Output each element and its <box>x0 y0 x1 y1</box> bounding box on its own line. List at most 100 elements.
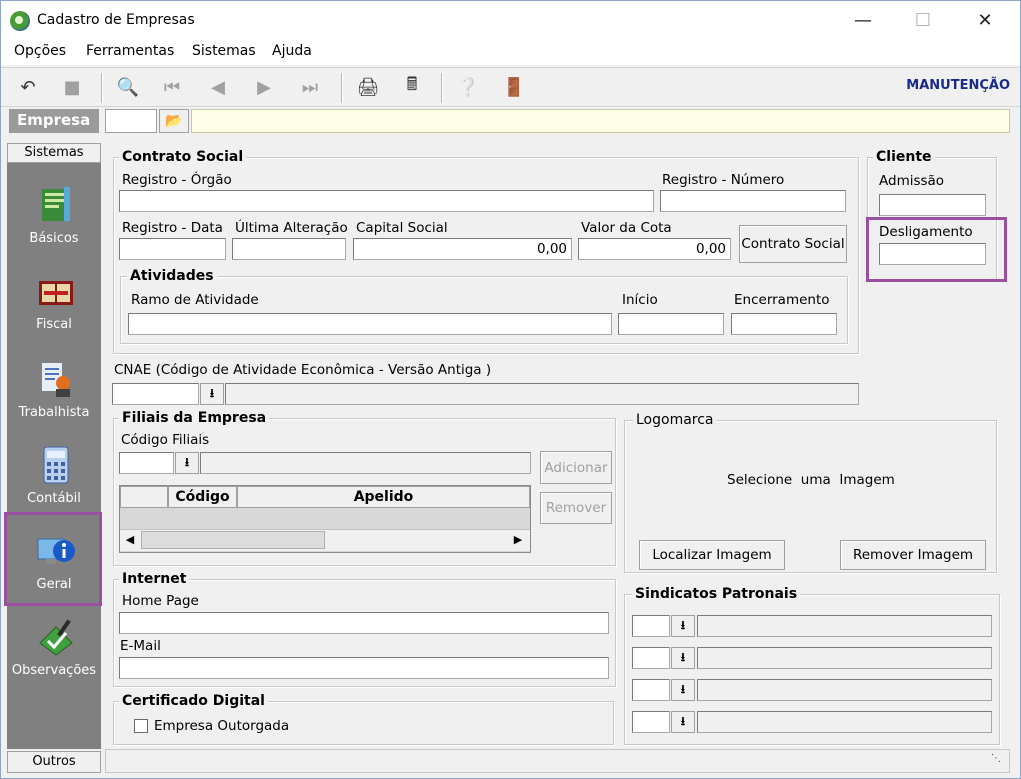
contrato-social-button[interactable]: Contrato Social <box>739 225 847 263</box>
main-window: Cadastro de Empresas — ☐ ✕ Opções Ferram… <box>0 0 1021 779</box>
grid-header-apelido[interactable]: Apelido <box>237 486 530 508</box>
menu-sistemas[interactable]: Sistemas <box>192 43 256 59</box>
sidebar-item-label: Trabalhista <box>18 405 90 420</box>
sindicato-dropdown-icon[interactable]: ⭳ <box>671 711 695 733</box>
sindicato-description-field <box>697 615 992 637</box>
logo-placeholder: Selecione uma Imagem <box>727 472 895 488</box>
sindicato-code-input[interactable] <box>632 679 670 701</box>
registro-data-input[interactable] <box>119 238 226 260</box>
cnae-code-input[interactable] <box>112 383 199 405</box>
remover-filial-button[interactable]: Remover <box>540 492 612 524</box>
field-label: Valor da Cota <box>581 220 672 236</box>
exit-door-icon[interactable]: 🚪 <box>501 75 527 99</box>
field-label: Código Filiais <box>121 432 210 448</box>
encerramento-input[interactable] <box>731 313 837 335</box>
ramo-atividade-input[interactable] <box>128 313 612 335</box>
preview-icon[interactable]: 🔍 <box>115 75 141 99</box>
admissao-input[interactable] <box>879 194 986 216</box>
sindicato-dropdown-icon[interactable]: ⭳ <box>671 647 695 669</box>
field-label: Início <box>622 292 658 308</box>
first-record-icon[interactable]: ⏮ <box>159 75 185 99</box>
cnae-dropdown-icon[interactable]: ⭳ <box>200 383 224 405</box>
last-record-icon[interactable]: ⏭ <box>297 75 323 99</box>
menu-ferramentas[interactable]: Ferramentas <box>86 43 174 59</box>
empresa-outorgada-checkbox[interactable] <box>134 719 148 733</box>
group-title: Atividades <box>127 268 217 284</box>
home-page-input[interactable] <box>119 612 609 634</box>
sidebar-item-label: Contábil <box>27 491 81 506</box>
field-label: Capital Social <box>356 220 448 236</box>
sidebar-item-contabil[interactable]: Contábil <box>7 439 101 521</box>
field-label: Última Alteração <box>235 220 348 236</box>
valor-cota-input[interactable]: 0,00 <box>578 238 731 260</box>
sidebar-item-fiscal[interactable]: Fiscal <box>7 267 101 349</box>
sindicato-code-input[interactable] <box>632 615 670 637</box>
worker-icon <box>36 359 76 399</box>
inicio-input[interactable] <box>618 313 724 335</box>
sidebar-item-label: Básicos <box>29 231 79 246</box>
field-label: Registro - Órgão <box>122 172 232 188</box>
scroll-right-icon[interactable]: ▶ <box>509 531 527 549</box>
toolbar-separator <box>441 73 443 103</box>
calculator-icon[interactable]: 🖩 <box>399 74 425 99</box>
capital-social-input[interactable]: 0,00 <box>353 238 572 260</box>
localizar-imagem-button[interactable]: Localizar Imagem <box>639 540 785 570</box>
window-title: Cadastro de Empresas <box>37 12 195 28</box>
stop-icon[interactable]: ■ <box>59 75 85 99</box>
sindicato-code-input[interactable] <box>632 647 670 669</box>
registro-numero-input[interactable] <box>660 190 846 212</box>
minimize-button[interactable]: — <box>840 1 886 39</box>
sidebar: Básicos Fiscal Trabalhista Contábil Gera… <box>7 163 101 749</box>
field-label: Ramo de Atividade <box>131 292 259 308</box>
print-icon[interactable]: 🖨 <box>355 75 381 99</box>
close-button[interactable]: ✕ <box>962 1 1008 39</box>
group-title: Cliente <box>873 149 935 165</box>
email-input[interactable] <box>119 657 609 679</box>
selection-highlight <box>866 217 1007 282</box>
previous-record-icon[interactable]: ◀ <box>205 75 231 99</box>
resize-grip-icon[interactable]: ⋱ <box>991 753 1001 764</box>
menu-opcoes[interactable]: Opções <box>14 43 66 59</box>
field-label: Home Page <box>122 593 199 609</box>
sidebar-item-observacoes[interactable]: Observações <box>7 611 101 693</box>
sidebar-item-basicos[interactable]: Básicos <box>7 179 101 261</box>
scroll-thumb[interactable] <box>141 531 325 549</box>
grid-indicator-header <box>120 486 168 508</box>
open-folder-icon[interactable]: 📂 <box>159 109 189 133</box>
filiais-dropdown-icon[interactable]: ⭳ <box>175 452 199 474</box>
registro-orgao-input[interactable] <box>119 190 654 212</box>
checkbox-label: Empresa Outorgada <box>154 718 290 734</box>
codigo-filiais-input[interactable] <box>119 452 174 474</box>
empresa-code-input[interactable] <box>105 109 157 133</box>
sidebar-item-label: Fiscal <box>36 317 72 332</box>
filial-description-field <box>200 452 531 474</box>
sindicato-dropdown-icon[interactable]: ⭳ <box>671 615 695 637</box>
group-title: Internet <box>119 571 190 587</box>
undo-icon[interactable]: ↶ <box>15 75 41 99</box>
remover-imagem-button[interactable]: Remover Imagem <box>840 540 986 570</box>
mode-label: MANUTENÇÃO <box>906 78 1010 93</box>
field-label: Admissão <box>879 173 945 189</box>
sindicato-code-input[interactable] <box>632 711 670 733</box>
empresa-label: Empresa <box>9 109 99 133</box>
sidebar-header[interactable]: Sistemas <box>7 143 101 163</box>
grid-header-codigo[interactable]: Código <box>168 486 237 508</box>
toolbar-separator <box>101 73 103 103</box>
sindicato-description-field <box>697 647 992 669</box>
scroll-left-icon[interactable]: ◀ <box>121 531 139 549</box>
field-label: Encerramento <box>734 292 830 308</box>
adicionar-button[interactable]: Adicionar <box>540 451 612 484</box>
ultima-alteracao-input[interactable] <box>232 238 346 260</box>
sindicato-dropdown-icon[interactable]: ⭳ <box>671 679 695 701</box>
next-record-icon[interactable]: ▶ <box>251 75 277 99</box>
sidebar-item-trabalhista[interactable]: Trabalhista <box>7 353 101 435</box>
maximize-button[interactable]: ☐ <box>900 1 946 39</box>
sidebar-footer[interactable]: Outros <box>7 751 101 773</box>
app-icon <box>10 11 30 31</box>
cnae-description-field <box>225 383 859 405</box>
checklist-icon <box>36 617 76 657</box>
menu-ajuda[interactable]: Ajuda <box>272 43 312 59</box>
help-icon[interactable]: ❔ <box>455 75 481 99</box>
empresa-name-field <box>191 109 1010 133</box>
field-label: E-Mail <box>120 638 161 654</box>
